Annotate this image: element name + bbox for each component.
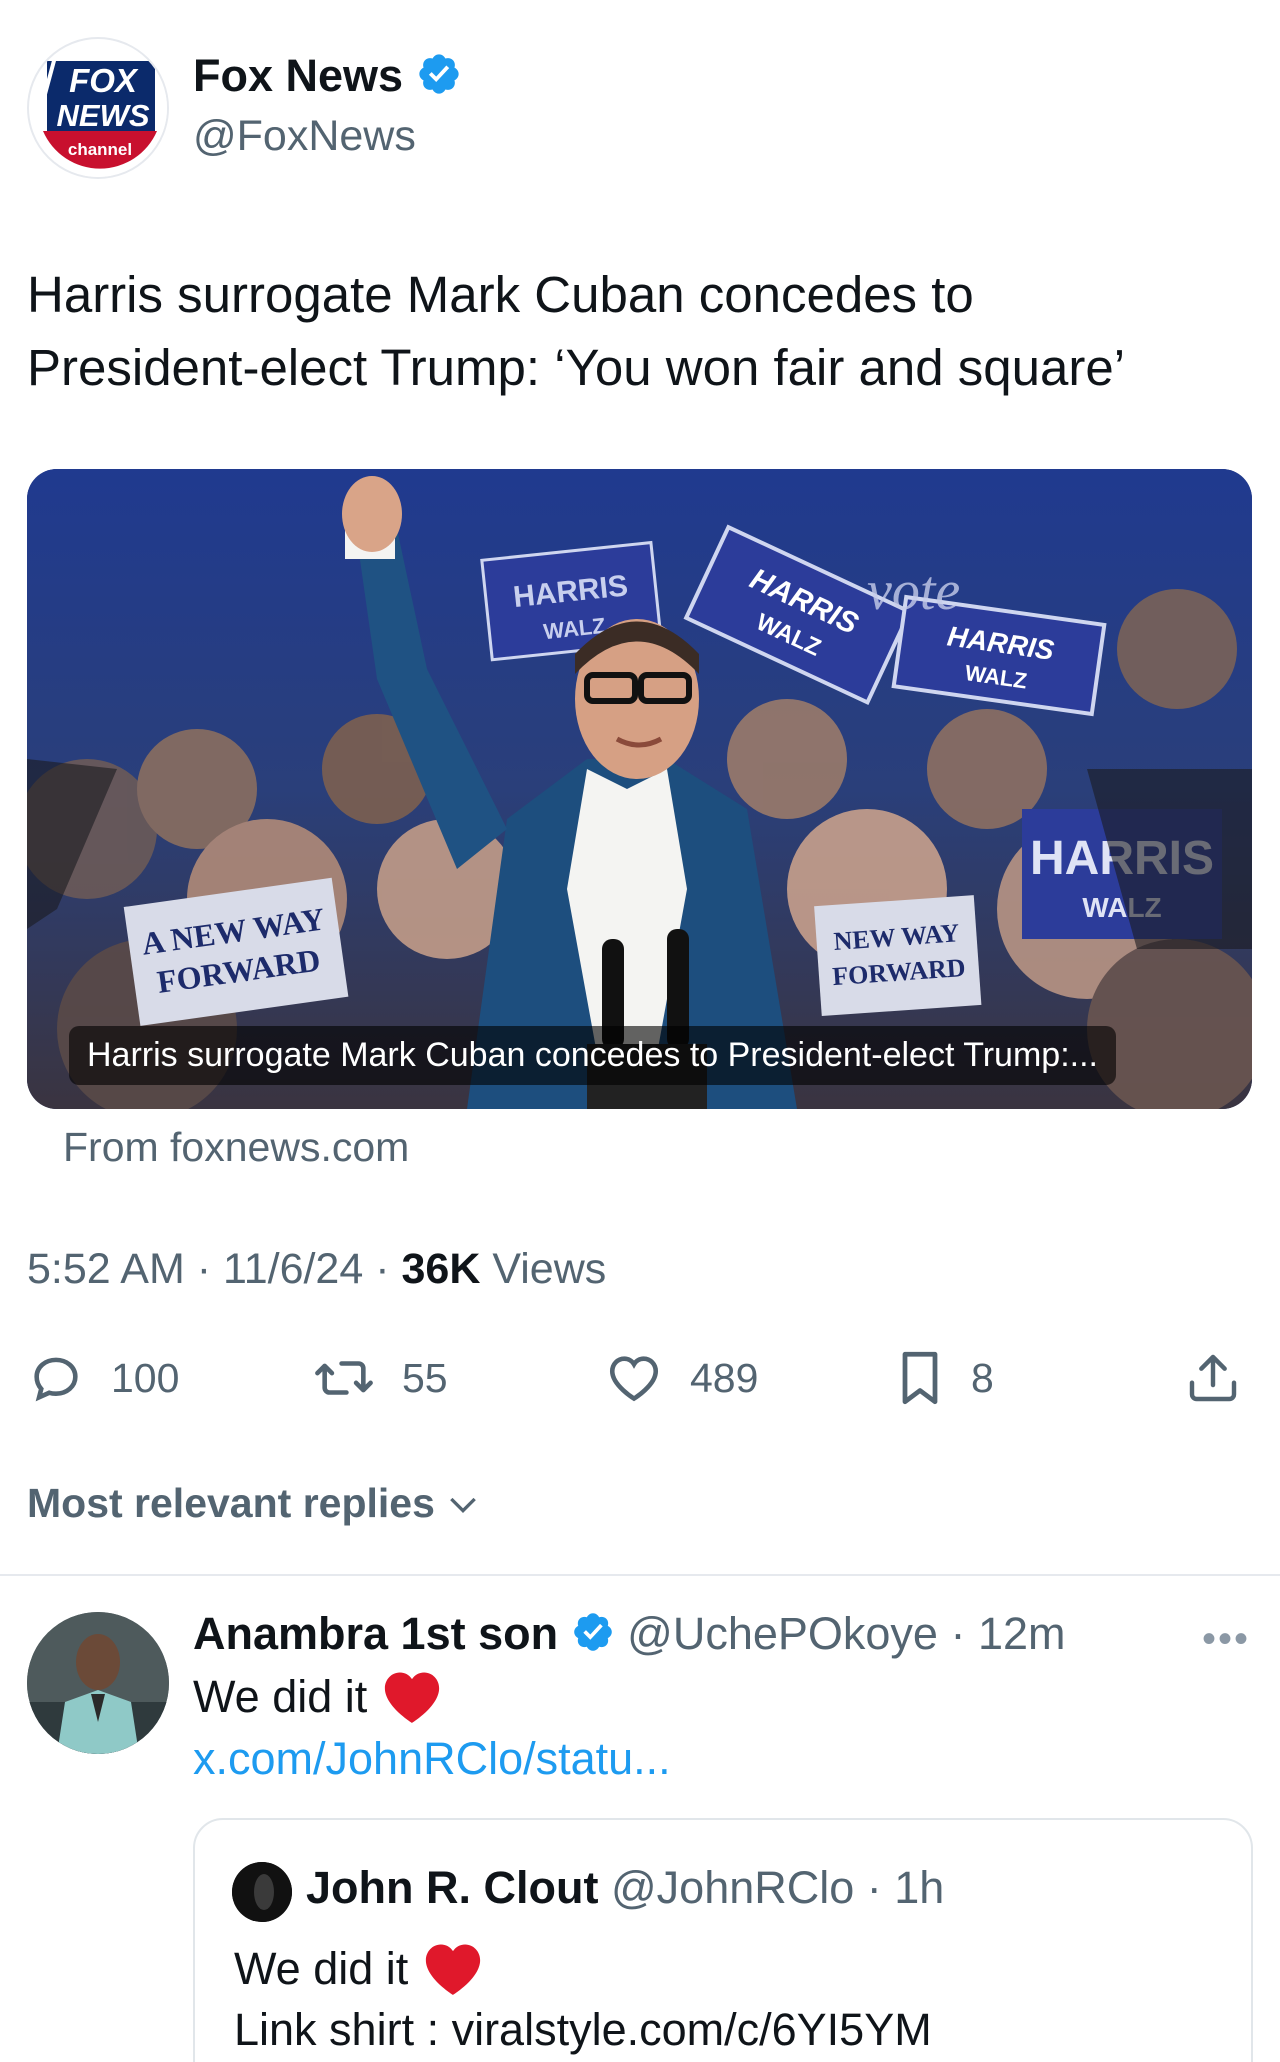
sign-vote: vote [867, 560, 960, 622]
tweet-date[interactable]: 11/6/24 [223, 1245, 363, 1293]
reply-avatar-image [27, 1612, 169, 1754]
author-name-row[interactable]: Fox News [193, 50, 462, 108]
verified-badge-icon [571, 1610, 615, 1665]
views-count: 36K [401, 1245, 481, 1293]
author-handle[interactable]: @FoxNews [193, 112, 416, 161]
reply-text: We did it [193, 1671, 368, 1722]
views-label: Views [492, 1245, 607, 1293]
quote-author-handle[interactable]: @JohnRClo [611, 1862, 854, 1913]
meta-separator: · [184, 1245, 223, 1293]
quote-header: John R. Clout @JohnRClo · 1h [306, 1862, 944, 1914]
reply-text-row: We did it [193, 1668, 443, 1726]
logo-text-fox: FOX [69, 62, 139, 99]
link-card[interactable]: A NEW WAY FORWARD HARRIS WALZ HARRIS WAL… [27, 469, 1252, 1109]
quote-text: We did it [234, 1943, 409, 1994]
fox-news-logo: FOX NEWS channel [30, 40, 167, 177]
more-options-icon[interactable]: ••• [1202, 1617, 1250, 1662]
quote-author-name[interactable]: John R. Clout [306, 1862, 598, 1913]
author-name[interactable]: Fox News [193, 50, 403, 101]
like-button[interactable]: 489 [604, 1348, 758, 1408]
author-avatar[interactable]: FOX NEWS channel [27, 37, 169, 179]
bookmark-count: 8 [971, 1354, 994, 1401]
reply-link[interactable]: x.com/JohnRClo/statu... [193, 1733, 671, 1785]
reply-button[interactable]: 100 [27, 1348, 179, 1408]
red-heart-emoji-icon [385, 1672, 440, 1723]
reply-author-name[interactable]: Anambra 1st son [193, 1608, 558, 1659]
logo-text-channel: channel [68, 140, 132, 159]
repost-icon [315, 1361, 373, 1395]
reply-icon [34, 1357, 78, 1402]
red-heart-emoji-icon [426, 1944, 481, 1995]
bookmark-button[interactable]: 8 [895, 1348, 994, 1408]
heart-icon [609, 1356, 659, 1402]
quote-avatar-image [232, 1862, 292, 1922]
tweet-time[interactable]: 5:52 AM [27, 1245, 185, 1293]
tweet-text-line: Harris surrogate Mark Cuban concedes to [27, 266, 974, 323]
replies-sort-dropdown[interactable]: Most relevant replies [27, 1480, 483, 1527]
quote-avatar[interactable] [232, 1862, 292, 1922]
sign-new-way-forward-right: NEW WAY FORWARD [814, 895, 982, 1017]
tweet-text: Harris surrogate Mark Cuban concedes to … [27, 258, 1257, 404]
meta-separator: · [363, 1245, 402, 1293]
chevron-down-icon [450, 1497, 476, 1513]
quote-separator: · [854, 1862, 895, 1913]
bookmark-icon [902, 1351, 938, 1405]
quote-text-row: We did it [234, 1940, 484, 1998]
quote-text-link-line: Link shirt : viralstyle.com/c/6YI5YM [234, 2004, 932, 2055]
card-source[interactable]: From foxnews.com [63, 1124, 409, 1171]
card-image: A NEW WAY FORWARD HARRIS WALZ HARRIS WAL… [27, 469, 1252, 1109]
replies-sort-label: Most relevant replies [27, 1480, 435, 1526]
divider [0, 1574, 1280, 1576]
verified-badge-icon [416, 51, 462, 108]
reply-count: 100 [111, 1354, 180, 1401]
quote-time: 1h [894, 1862, 945, 1913]
like-count: 489 [690, 1354, 759, 1401]
tweet-meta: 5:52 AM · 11/6/24 · 36K Views [27, 1245, 606, 1294]
reply-separator: · [937, 1608, 978, 1659]
repost-button[interactable]: 55 [312, 1348, 448, 1408]
repost-count: 55 [402, 1354, 448, 1401]
reply-avatar[interactable] [27, 1612, 169, 1754]
reply-author-handle[interactable]: @UchePOkoye [627, 1608, 938, 1659]
share-button[interactable] [1185, 1348, 1267, 1408]
card-caption: Harris surrogate Mark Cuban concedes to … [69, 1026, 1116, 1085]
share-icon [1189, 1354, 1237, 1402]
reply-time[interactable]: 12m [978, 1608, 1066, 1659]
reply-header: Anambra 1st son @UchePOkoye · 12m [193, 1608, 1066, 1665]
logo-text-news: NEWS [57, 98, 150, 133]
tweet-text-line: President-elect Trump: ‘You won fair and… [27, 339, 1126, 396]
